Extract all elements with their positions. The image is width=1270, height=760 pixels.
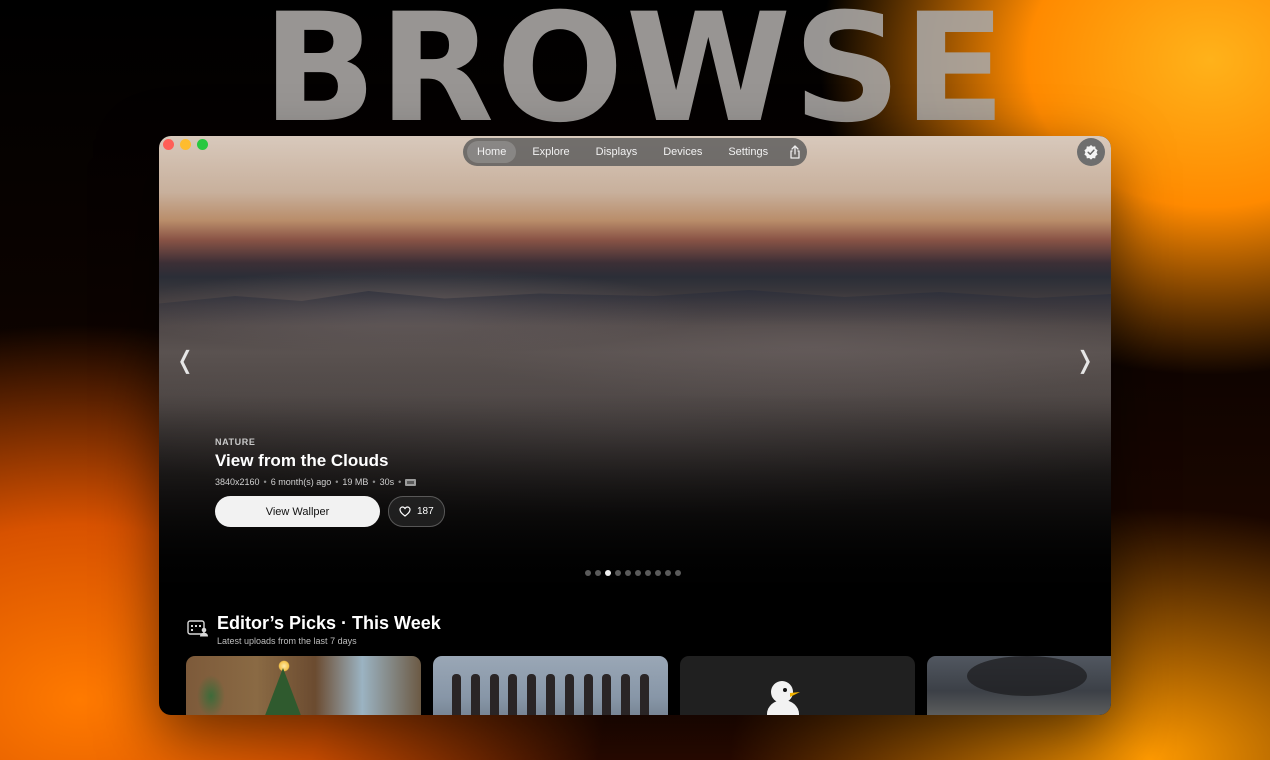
section-subtitle: Latest uploads from the last 7 days <box>217 636 357 646</box>
age-text: 6 month(s) ago <box>270 477 332 487</box>
meta-separator: • <box>263 477 267 487</box>
view-wallpaper-button[interactable]: View Wallper <box>215 496 380 527</box>
close-window-button[interactable] <box>163 139 174 150</box>
slide-indicator <box>585 570 681 576</box>
hero-banner <box>159 136 1111 606</box>
slide-dot[interactable] <box>595 570 601 576</box>
hero-meta: 3840x2160 • 6 month(s) ago • 19 MB • 30s… <box>215 477 445 487</box>
slide-dot[interactable] <box>605 570 611 576</box>
slide-dot[interactable] <box>655 570 661 576</box>
wallpaper-card-dancers[interactable] <box>433 656 668 715</box>
section-text: Editor’s Picks · This Week Latest upload… <box>217 613 441 646</box>
meta-separator: • <box>335 477 339 487</box>
resolution-badge-icon <box>405 478 417 486</box>
next-slide-button[interactable]: ❭ <box>1075 346 1095 374</box>
like-count: 187 <box>417 506 434 517</box>
resolution-text: 3840x2160 <box>215 477 260 487</box>
editors-picks-row <box>186 656 1111 715</box>
window-controls <box>163 139 208 150</box>
slide-dot[interactable] <box>675 570 681 576</box>
section-header: Editor’s Picks · This Week Latest upload… <box>187 613 441 646</box>
wallpaper-card-christmas[interactable] <box>186 656 421 715</box>
slide-dot[interactable] <box>635 570 641 576</box>
heart-icon <box>399 506 411 517</box>
hero-actions: View Wallper 187 <box>215 496 445 527</box>
meta-separator: • <box>372 477 376 487</box>
wallpaper-card-battle[interactable] <box>927 656 1111 715</box>
meta-separator: • <box>398 477 402 487</box>
slide-dot[interactable] <box>625 570 631 576</box>
calendar-user-icon <box>187 620 208 637</box>
share-icon[interactable] <box>786 141 803 163</box>
dancers-art <box>447 666 654 715</box>
backdrop-title: BROWSE <box>262 0 1008 156</box>
slide-dot[interactable] <box>585 570 591 576</box>
duck-icon <box>767 681 800 715</box>
maximize-window-button[interactable] <box>197 139 208 150</box>
slide-dot[interactable] <box>615 570 621 576</box>
wallpaper-card-duck[interactable] <box>680 656 915 715</box>
nav-explore[interactable]: Explore <box>522 141 579 163</box>
minimize-window-button[interactable] <box>180 139 191 150</box>
hero-title: View from the Clouds <box>215 451 389 470</box>
section-title: Editor’s Picks · This Week <box>217 613 441 633</box>
app-window: Home Explore Displays Devices Settings ❬… <box>159 136 1111 715</box>
nav-displays[interactable]: Displays <box>586 141 648 163</box>
hero-info: NATURE View from the Clouds 3840x2160 • … <box>215 437 445 527</box>
nav-devices[interactable]: Devices <box>653 141 712 163</box>
christmas-tree-art <box>261 668 305 715</box>
top-navigation: Home Explore Displays Devices Settings <box>463 138 807 166</box>
slide-dot[interactable] <box>645 570 651 576</box>
hero-category: NATURE <box>215 437 256 447</box>
nav-settings[interactable]: Settings <box>718 141 778 163</box>
duration-text: 30s <box>379 477 395 487</box>
previous-slide-button[interactable]: ❬ <box>175 346 195 374</box>
smoke-art <box>967 656 1087 696</box>
like-button[interactable]: 187 <box>388 496 445 527</box>
size-text: 19 MB <box>342 477 369 487</box>
nav-home[interactable]: Home <box>467 141 517 163</box>
verified-badge-icon[interactable] <box>1077 138 1105 166</box>
slide-dot[interactable] <box>665 570 671 576</box>
